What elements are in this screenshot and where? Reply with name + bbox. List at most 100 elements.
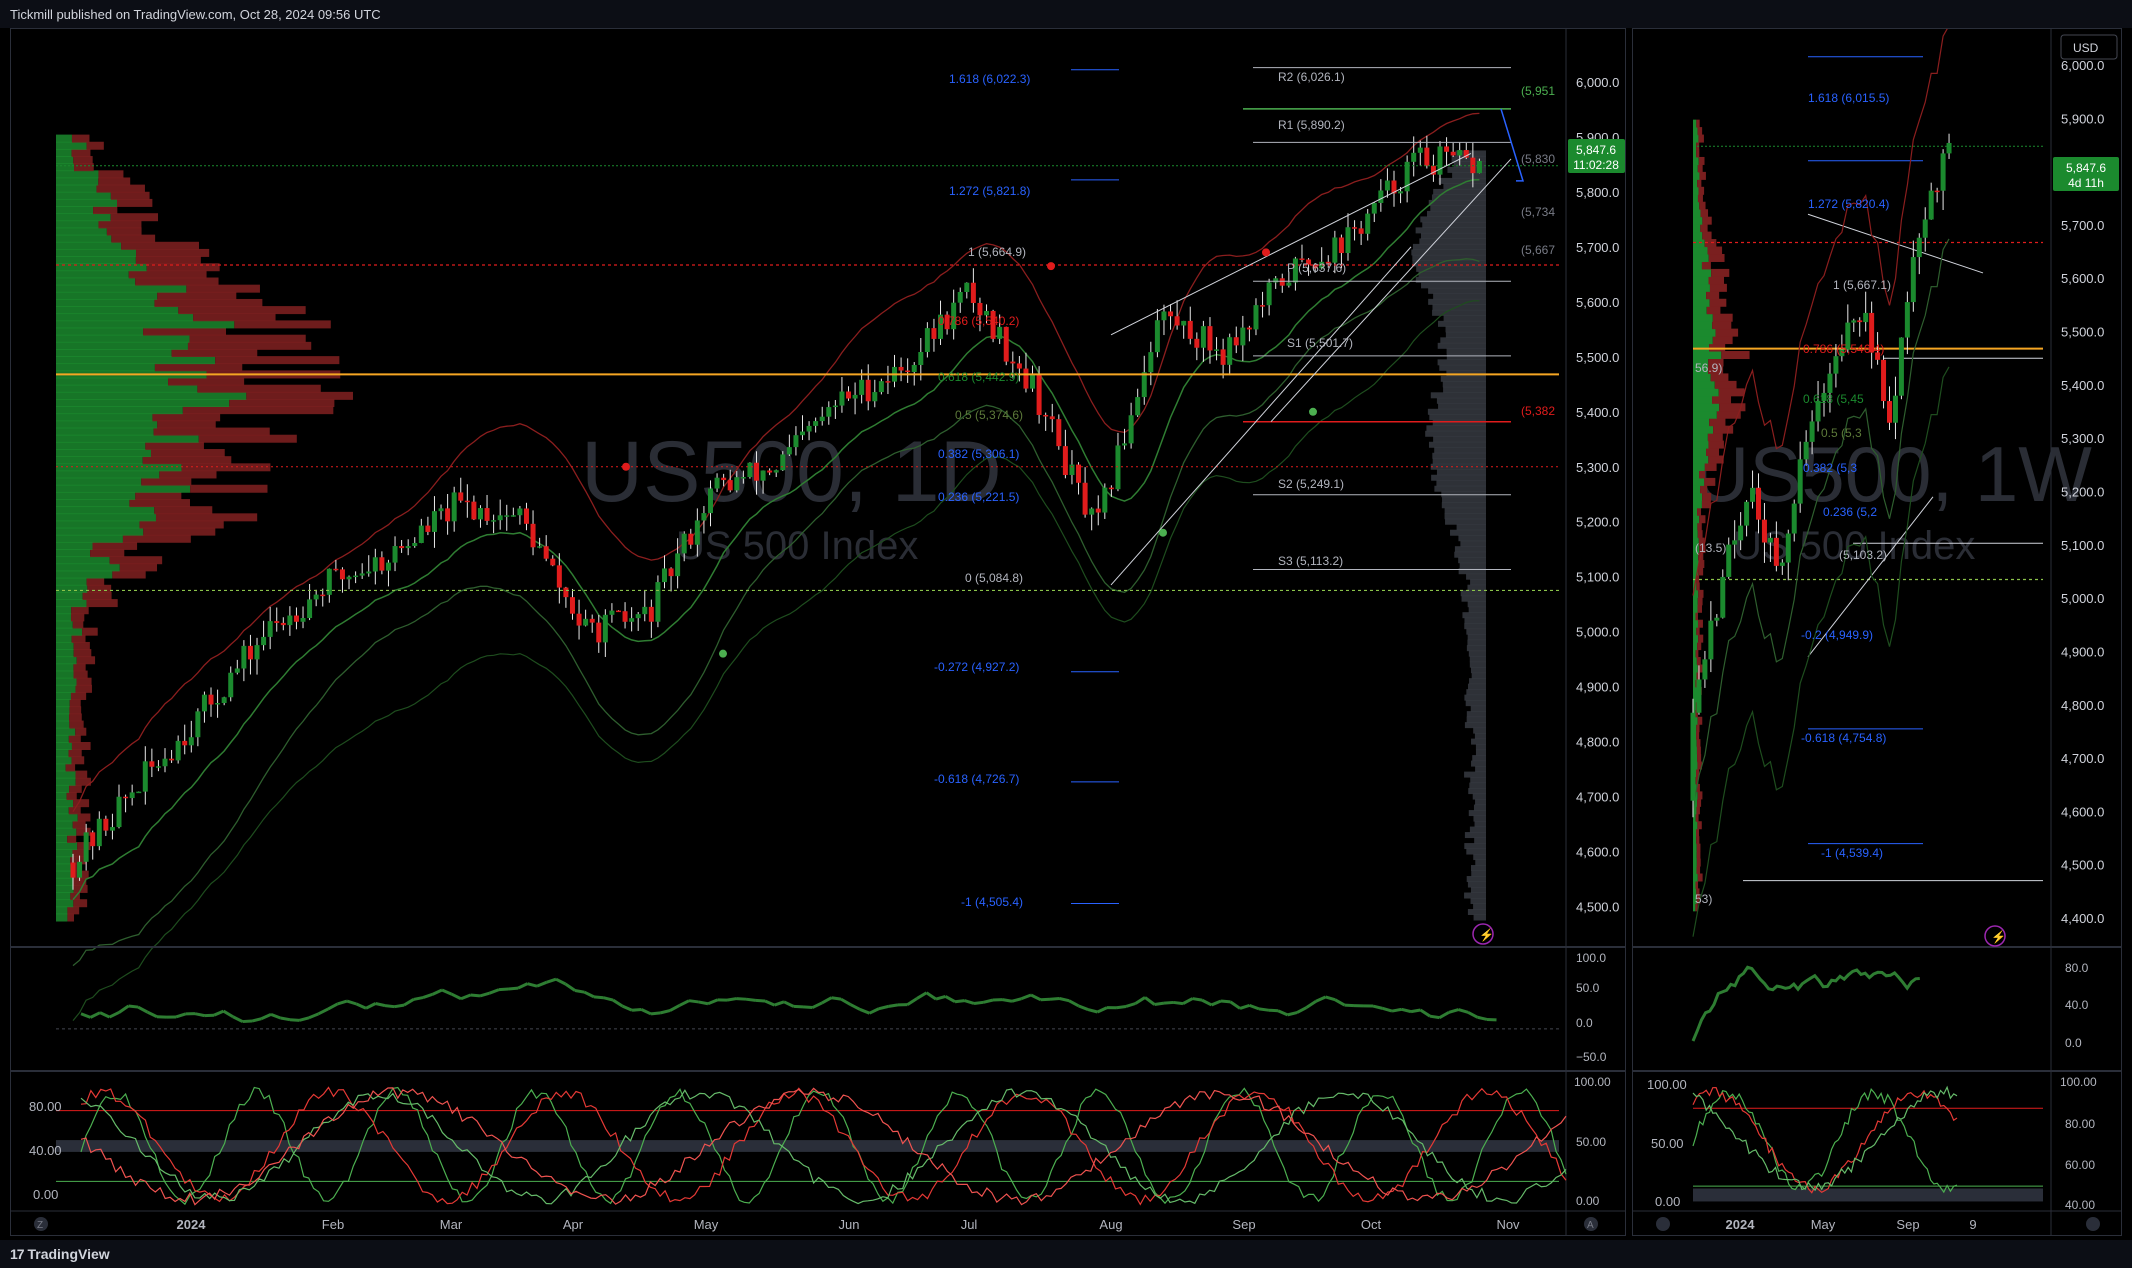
rsi-segment [1277, 1009, 1289, 1017]
fib-labels: 1.618 (6,022.3) 1.272 (5,821.8) 1 (5,664… [934, 72, 1030, 909]
price-tick: 5,600.0 [1576, 295, 1619, 310]
session-profile-bar [1466, 716, 1486, 723]
rsi-segment [1068, 999, 1080, 1008]
profile-up-bar [56, 413, 153, 422]
wprofile-up [1693, 283, 1710, 292]
wprofile-down [1706, 448, 1720, 457]
daily-price-axis[interactable]: 6,000.05,900.05,800.05,700.05,600.05,500… [1576, 75, 1619, 915]
wprofile-down [1712, 321, 1732, 330]
candle-body [142, 761, 148, 792]
wst-r100: 100.00 [2060, 1075, 2097, 1089]
weekly-scale-z[interactable] [1656, 1217, 1670, 1231]
weekly-price-tick: 4,700.0 [2061, 751, 2104, 766]
tradingview-logo[interactable]: 17 TradingView [10, 1246, 110, 1262]
profile-down-bar [178, 306, 306, 315]
wprofile-up [1693, 530, 1698, 539]
pivot-s2: S2 (5,249.1) [1278, 477, 1344, 491]
tv-logo-icon: 17 [10, 1246, 25, 1262]
candle-body [1266, 282, 1272, 306]
wprofile-up [1693, 649, 1696, 658]
rsi-oscillator [56, 977, 1559, 1030]
daily-chart-svg[interactable]: US500, 1D US 500 Index 1.618 (6,022.3) 1… [11, 29, 1626, 1236]
profile-up-bar [56, 727, 76, 736]
session-profile-bar [1465, 700, 1486, 707]
profile-down-bar [73, 670, 88, 679]
wprofile-up [1693, 201, 1700, 210]
weekly-chart-panel[interactable]: US500, 1W US 500 Index 1.618 (6,015.5) 1… [1632, 28, 2122, 1236]
rsi-segment [1467, 1010, 1479, 1019]
wprofile-up [1693, 186, 1699, 195]
profile-up-bar [56, 877, 74, 886]
w-body [1857, 320, 1863, 323]
candle-body [1194, 338, 1200, 348]
profile-down-bar [246, 391, 353, 400]
wprofile-down [1697, 530, 1703, 539]
candle-body [1450, 151, 1456, 156]
weekly-chart-svg[interactable]: US500, 1W US 500 Index 1.618 (6,015.5) 1… [1633, 29, 2122, 1236]
price-tick: 4,700.0 [1576, 790, 1619, 805]
profile-down-bar [68, 806, 81, 815]
wprofile-up [1693, 515, 1700, 524]
wprofile-up [1693, 597, 1698, 606]
w-body [1720, 576, 1726, 618]
rsi-segment [574, 989, 585, 994]
w-stoch-line [1692, 1086, 1958, 1194]
rsi-segment [906, 997, 918, 1006]
daily-chart-panel[interactable]: US500, 1D US 500 Index 1.618 (6,022.3) 1… [10, 28, 1626, 1236]
session-profile-bar [1470, 667, 1486, 674]
candle-body [629, 618, 635, 622]
wprofile-down [1700, 224, 1708, 233]
candle-body [596, 622, 602, 643]
tradingview-footer: 17 TradingView [0, 1240, 2132, 1268]
rsi-segment [1305, 1000, 1317, 1009]
wprofile-up [1693, 336, 1713, 345]
candle-body [477, 508, 483, 520]
profile-down-bar [234, 320, 331, 329]
candle-body [1378, 190, 1384, 203]
weekly-scale-a[interactable] [2086, 1217, 2100, 1231]
session-profile-bar [1428, 441, 1486, 448]
session-profile-bar [1473, 914, 1486, 921]
candle-body [1411, 152, 1417, 162]
session-profile-bar [1445, 518, 1486, 525]
candle-body [274, 621, 280, 623]
profile-down-bar [90, 549, 125, 558]
session-profile-bar [1459, 562, 1486, 569]
candle-body [957, 291, 963, 303]
profile-down-bar [98, 170, 124, 179]
rsi-segment [1239, 1003, 1250, 1010]
rsi-segment [1011, 997, 1022, 1003]
signal-dot [1309, 407, 1317, 416]
session-profile-bar [1475, 749, 1486, 756]
candle-body [1207, 326, 1213, 351]
wprofile-down [1701, 500, 1711, 509]
profile-down-bar [135, 256, 201, 265]
session-profile-bar [1432, 419, 1486, 426]
weekly-time-axis[interactable]: 2024 May Sep 9 [1726, 1217, 1977, 1232]
w-body [1714, 617, 1720, 621]
profile-up-bar [56, 792, 67, 801]
candle-body [1082, 482, 1088, 515]
profile-up-bar [56, 327, 144, 336]
rsi-segment [1220, 999, 1231, 1004]
wprofile-down [1706, 306, 1721, 315]
profile-up-bar [56, 684, 76, 693]
rsi-segment [536, 980, 548, 988]
profile-down-bar [110, 191, 150, 200]
rsi-segment [498, 987, 509, 992]
rsi-segment [925, 991, 937, 1001]
session-profile-bar [1446, 370, 1486, 377]
profile-up-bar [56, 734, 69, 743]
wprofile-up [1693, 209, 1701, 218]
wprofile-down [1696, 828, 1700, 837]
profile-up-bar [56, 849, 73, 858]
candle-body [221, 697, 227, 703]
daily-time-axis[interactable]: 2024 Feb Mar Apr May Jun Jul Aug Sep Oct Nov [177, 1217, 1521, 1232]
candle-body [497, 515, 503, 521]
session-profile-bar [1442, 381, 1486, 388]
session-profile-bar [1471, 738, 1486, 745]
candle-body [1062, 446, 1068, 476]
candle-body [1187, 320, 1193, 339]
wprofile-up [1693, 440, 1709, 449]
weekly-price-tick: 5,600.0 [2061, 271, 2104, 286]
